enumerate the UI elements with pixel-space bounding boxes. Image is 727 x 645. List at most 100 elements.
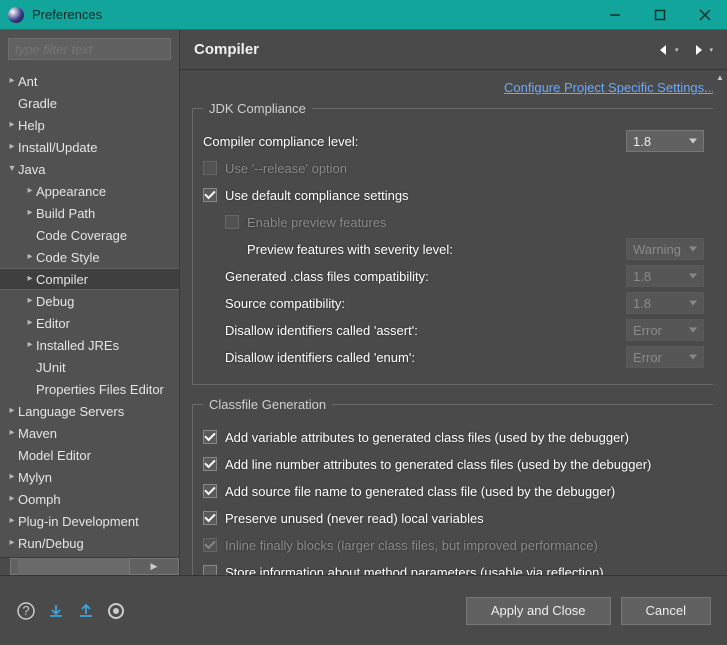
tree-item-java[interactable]: Java [0,158,179,180]
tree-item-label: Gradle [18,96,57,111]
dialog-footer: ? Apply and Close Cancel [0,575,727,645]
assert-select: Error [626,319,704,341]
tree-item-installed-jres[interactable]: Installed JREs [0,334,179,356]
preference-tree-panel: Ant Gradle HelpInstall/Update Java Appearanc… [0,30,180,575]
configure-project-link[interactable]: Configure Project Specific Settings... [504,80,715,95]
tree-item-label: Maven [18,426,57,441]
compliance-level-select[interactable]: 1.8 [626,130,704,152]
tree-item-oomph[interactable]: Oomph [0,488,179,510]
source-compat-select: 1.8 [626,292,704,314]
horizontal-scrollbar[interactable]: ◀▶ [0,557,179,575]
tree-item-label: Model Editor [18,448,91,463]
disclosure-arrow-icon[interactable] [6,537,18,548]
tree-item-label: Compiler [36,272,88,287]
assert-label: Disallow identifiers called 'assert': [225,323,626,338]
tree-item-label: Code Coverage [36,228,127,243]
window-title: Preferences [32,7,592,22]
preview-severity-select: Warning [626,238,704,260]
tree-item-label: Java [18,162,45,177]
page-title: Compiler [194,41,644,58]
disclosure-arrow-icon[interactable] [6,515,18,526]
preference-tree[interactable]: Ant Gradle HelpInstall/Update Java Appearanc… [0,68,179,557]
tree-item-label: Mylyn [18,470,52,485]
disclosure-arrow-icon[interactable] [24,251,36,262]
tree-item-code-coverage[interactable]: Code Coverage [0,224,179,246]
cancel-button[interactable]: Cancel [621,597,711,625]
disclosure-arrow-icon[interactable] [24,273,36,284]
tree-item-run-debug[interactable]: Run/Debug [0,532,179,554]
tree-item-help[interactable]: Help [0,114,179,136]
disclosure-arrow-icon[interactable] [6,471,18,482]
generated-compat-label: Generated .class files compatibility: [225,269,626,284]
generated-compat-select: 1.8 [626,265,704,287]
var-attr-label: Add variable attributes to generated cla… [225,430,704,445]
svg-text:?: ? [22,603,29,618]
tree-item-mylyn[interactable]: Mylyn [0,466,179,488]
line-number-checkbox[interactable] [203,457,217,471]
tree-item-appearance[interactable]: Appearance [0,180,179,202]
tree-item-maven[interactable]: Maven [0,422,179,444]
jdk-compliance-group: JDK Compliance Compiler compliance level… [192,101,715,385]
nav-back-button[interactable] [654,40,674,60]
import-icon[interactable] [46,601,66,621]
disclosure-arrow-icon[interactable] [6,119,18,130]
preserve-unused-checkbox[interactable] [203,511,217,525]
disclosure-arrow-icon[interactable] [24,295,36,306]
var-attr-checkbox[interactable] [203,430,217,444]
disclosure-arrow-icon[interactable] [6,427,18,438]
source-file-checkbox[interactable] [203,484,217,498]
filter-input[interactable] [8,38,171,60]
tree-item-gradle[interactable]: Gradle [0,92,179,114]
apply-and-close-button[interactable]: Apply and Close [466,597,611,625]
inline-finally-label: Inline finally blocks (larger class file… [225,538,704,553]
use-default-checkbox[interactable] [203,188,217,202]
tree-item-label: Run/Debug [18,536,84,551]
line-number-label: Add line number attributes to generated … [225,457,704,472]
tree-item-properties-files-editor[interactable]: Properties Files Editor [0,378,179,400]
disclosure-arrow-icon[interactable] [6,141,18,152]
disclosure-arrow-icon[interactable] [6,75,18,86]
disclosure-arrow-icon[interactable] [6,493,18,504]
tree-item-build-path[interactable]: Build Path [0,202,179,224]
tree-item-label: Ant [18,74,38,89]
enum-label: Disallow identifiers called 'enum': [225,350,626,365]
disclosure-arrow-icon[interactable] [24,185,36,196]
close-button[interactable] [682,0,727,29]
enable-preview-checkbox [225,215,239,229]
tree-item-label: Plug-in Development [18,514,139,529]
tree-item-label: Language Servers [18,404,124,419]
tree-item-install-update[interactable]: Install/Update [0,136,179,158]
tree-item-code-style[interactable]: Code Style [0,246,179,268]
tree-item-label: Oomph [18,492,61,507]
minimize-button[interactable] [592,0,637,29]
tree-item-editor[interactable]: Editor [0,312,179,334]
tree-item-compiler[interactable]: Compiler [0,268,179,290]
vertical-scrollbar[interactable]: ▲ [713,70,727,575]
help-icon[interactable]: ? [16,601,36,621]
tree-item-model-editor[interactable]: Model Editor [0,444,179,466]
nav-forward-button[interactable] [688,40,708,60]
use-release-label: Use '--release' option [225,161,704,176]
source-compat-label: Source compatibility: [225,296,626,311]
source-file-label: Add source file name to generated class … [225,484,704,499]
preserve-unused-label: Preserve unused (never read) local varia… [225,511,704,526]
disclosure-arrow-icon[interactable] [6,405,18,416]
tree-item-ant[interactable]: Ant [0,70,179,92]
maximize-button[interactable] [637,0,682,29]
tree-item-label: Debug [36,294,74,309]
disclosure-arrow-icon[interactable] [24,207,36,218]
tree-item-junit[interactable]: JUnit [0,356,179,378]
tree-item-label: Installed JREs [36,338,119,353]
disclosure-arrow-icon[interactable] [24,339,36,350]
classfile-legend: Classfile Generation [203,397,332,412]
store-params-checkbox[interactable] [203,565,217,575]
disclosure-arrow-icon[interactable] [6,163,18,174]
titlebar: Preferences [0,0,727,30]
tree-item-label: Build Path [36,206,95,221]
tree-item-language-servers[interactable]: Language Servers [0,400,179,422]
tree-item-plug-in-development[interactable]: Plug-in Development [0,510,179,532]
oomph-icon[interactable] [106,601,126,621]
disclosure-arrow-icon[interactable] [24,317,36,328]
export-icon[interactable] [76,601,96,621]
tree-item-debug[interactable]: Debug [0,290,179,312]
